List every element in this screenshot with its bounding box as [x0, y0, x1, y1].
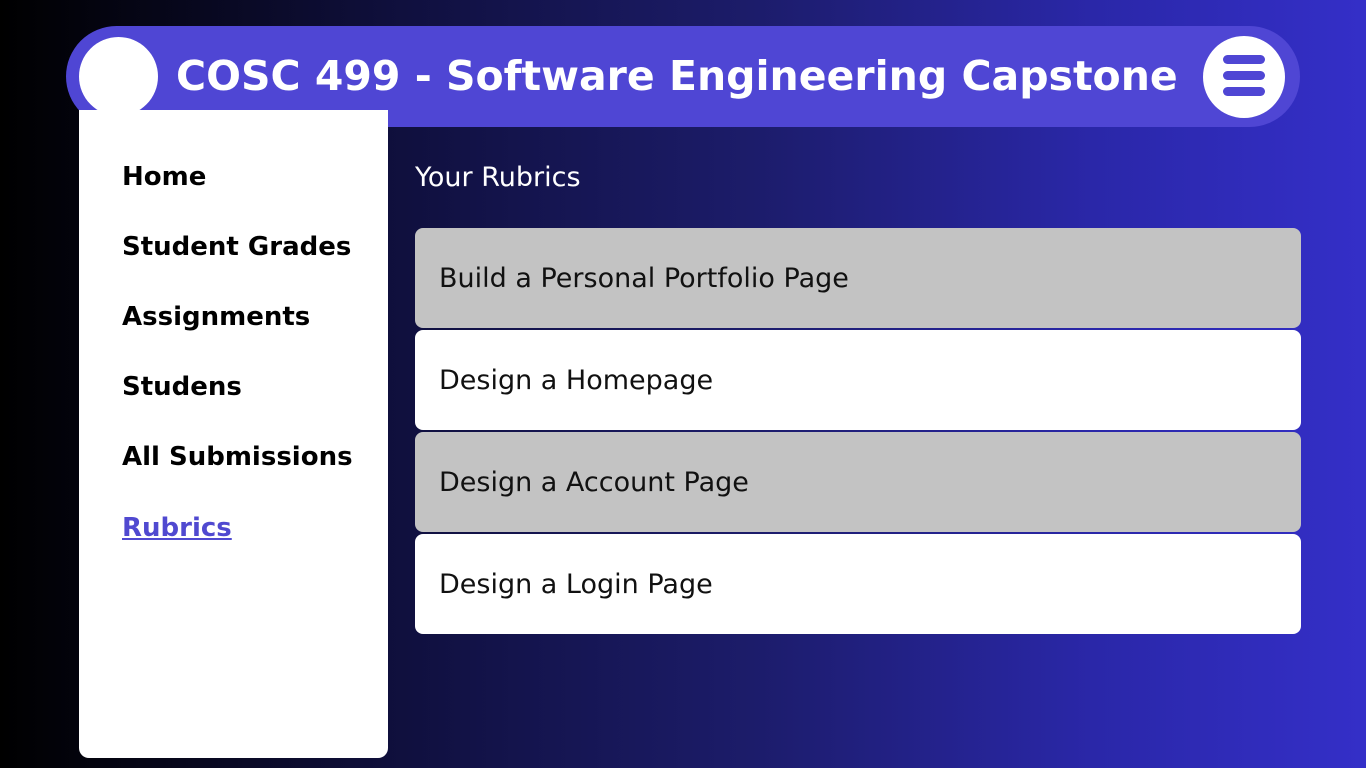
rubric-item-account-page[interactable]: Design a Account Page	[415, 432, 1301, 532]
rubric-list: Build a Personal Portfolio Page Design a…	[415, 228, 1301, 636]
sidebar-item-assignments[interactable]: Assignments	[122, 302, 310, 332]
rubric-item-login-page[interactable]: Design a Login Page	[415, 534, 1301, 634]
sidebar: Home Student Grades Assignments Studens …	[79, 110, 388, 758]
sidebar-item-student-grades[interactable]: Student Grades	[122, 232, 351, 262]
menu-button[interactable]	[1203, 36, 1285, 118]
sidebar-item-rubrics[interactable]: Rubrics	[122, 513, 232, 543]
section-title: Your Rubrics	[415, 162, 581, 193]
rubric-item-portfolio[interactable]: Build a Personal Portfolio Page	[415, 228, 1301, 328]
sidebar-item-home[interactable]: Home	[122, 162, 206, 192]
sidebar-item-students[interactable]: Studens	[122, 372, 242, 402]
rubric-item-homepage[interactable]: Design a Homepage	[415, 330, 1301, 430]
avatar[interactable]	[79, 37, 158, 116]
sidebar-item-all-submissions[interactable]: All Submissions	[122, 442, 353, 472]
hamburger-menu-icon	[1223, 55, 1265, 96]
